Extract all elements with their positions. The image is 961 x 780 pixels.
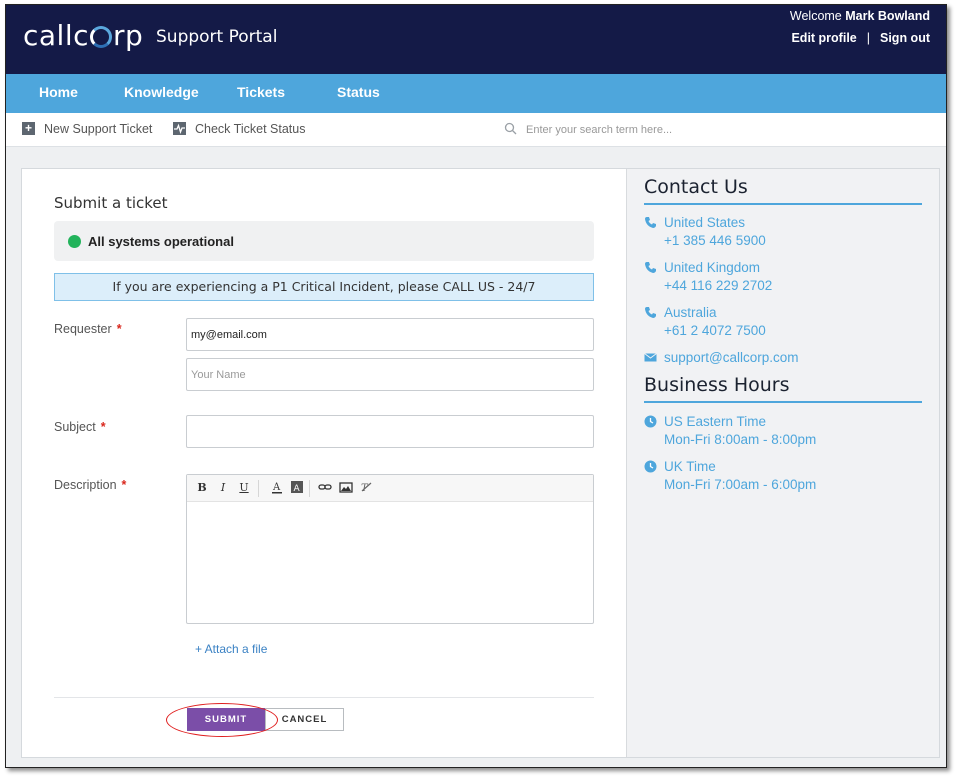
business-hours-heading: Business Hours [644,374,790,396]
user-name: Mark Bowland [845,9,930,23]
hours-time: Mon-Fri 8:00am - 8:00pm [664,432,817,447]
support-email-link[interactable]: support@callcorp.com [664,349,799,367]
contact-phone[interactable]: +1 385 446 5900 [664,232,766,250]
status-dot-icon [68,235,81,248]
contact-phone[interactable]: +61 2 4072 7500 [664,322,766,340]
toolbar-divider [309,480,310,497]
new-support-ticket-link[interactable]: New Support Ticket [44,122,152,136]
plus-square-icon[interactable]: + [22,122,35,135]
required-marker: * [116,322,122,336]
contact-region: United States [664,215,746,230]
nav-tickets[interactable]: Tickets [237,84,285,100]
description-editor: B I U A A T [186,474,594,624]
account-separator: | [866,31,870,45]
hours-zone: UK Time [664,459,716,474]
hours-time: Mon-Fri 7:00am - 6:00pm [664,477,817,492]
search-icon [504,122,517,135]
description-textarea[interactable] [187,503,593,623]
pulse-square-icon[interactable] [173,122,186,135]
form-title: Submit a ticket [54,194,168,212]
callcorp-logo[interactable]: callc rp [23,19,143,52]
system-status-text: All systems operational [88,234,234,249]
phone-icon [645,262,656,273]
contact-region: United Kingdom [664,260,761,275]
phone-icon [645,217,656,228]
p1-incident-alert: If you are experiencing a P1 Critical In… [54,273,594,301]
hours-zone: US Eastern Time [664,414,767,429]
nav-knowledge[interactable]: Knowledge [124,84,199,100]
sub-toolbar: + New Support Ticket Check Ticket Status [6,113,946,147]
required-marker: * [121,478,127,492]
required-marker: * [100,420,106,434]
contact-region: Australia [664,305,717,320]
editor-toolbar: B I U A A T [187,475,593,502]
svg-text:A: A [294,484,301,493]
cancel-button[interactable]: CANCEL [265,708,344,731]
contact-phone[interactable]: +44 116 229 2702 [664,277,772,295]
subject-field[interactable] [186,415,594,448]
sign-out-link[interactable]: Sign out [880,31,930,45]
link-icon[interactable] [318,481,332,496]
clear-formatting-icon[interactable]: T [359,481,373,496]
edit-profile-link[interactable]: Edit profile [791,31,856,45]
attach-file-link[interactable]: + Attach a file [195,642,267,656]
nav-status[interactable]: Status [337,84,380,100]
italic-button[interactable]: I [216,481,230,494]
nav-home[interactable]: Home [39,84,78,100]
contact-us-heading: Contact Us [644,176,748,198]
clock-icon [644,415,657,428]
subject-label: Subject * [54,420,106,434]
system-status-box: All systems operational [54,221,594,261]
underline-button[interactable]: U [237,481,251,494]
heading-rule [644,203,922,205]
requester-email-field[interactable] [186,318,594,351]
search-box [504,119,804,141]
requester-label: Requester * [54,322,122,336]
image-icon[interactable] [339,481,353,496]
form-divider [54,697,594,698]
main-nav: Home Knowledge Tickets Status [6,74,946,113]
requester-name-field[interactable] [186,358,594,391]
toolbar-divider [258,480,259,497]
svg-text:A: A [272,482,281,493]
ticket-panel: Submit a ticket All systems operational … [21,168,940,758]
heading-rule [644,401,922,403]
background-color-icon[interactable]: A [290,481,304,496]
account-links: Edit profile | Sign out [791,31,930,45]
description-label: Description * [54,478,127,492]
bold-button[interactable]: B [195,481,209,494]
phone-icon [645,307,656,318]
browser-frame: callc rp Support Portal Welcome Mark Bowl… [5,4,947,768]
search-input[interactable] [526,119,796,141]
contact-sidebar: Contact Us United States +1 385 446 5900 … [626,169,939,757]
submit-button[interactable]: SUBMIT [187,708,265,731]
portal-title: Support Portal [156,27,278,47]
check-ticket-status-link[interactable]: Check Ticket Status [195,122,305,136]
welcome-prefix: Welcome [789,9,842,23]
envelope-icon [644,353,657,362]
clock-icon [644,460,657,473]
logo-ring-icon [90,26,113,48]
site-header: callc rp Support Portal Welcome Mark Bowl… [6,5,946,74]
welcome-text: Welcome Mark Bowland [790,9,930,23]
font-color-icon[interactable]: A [270,481,284,497]
